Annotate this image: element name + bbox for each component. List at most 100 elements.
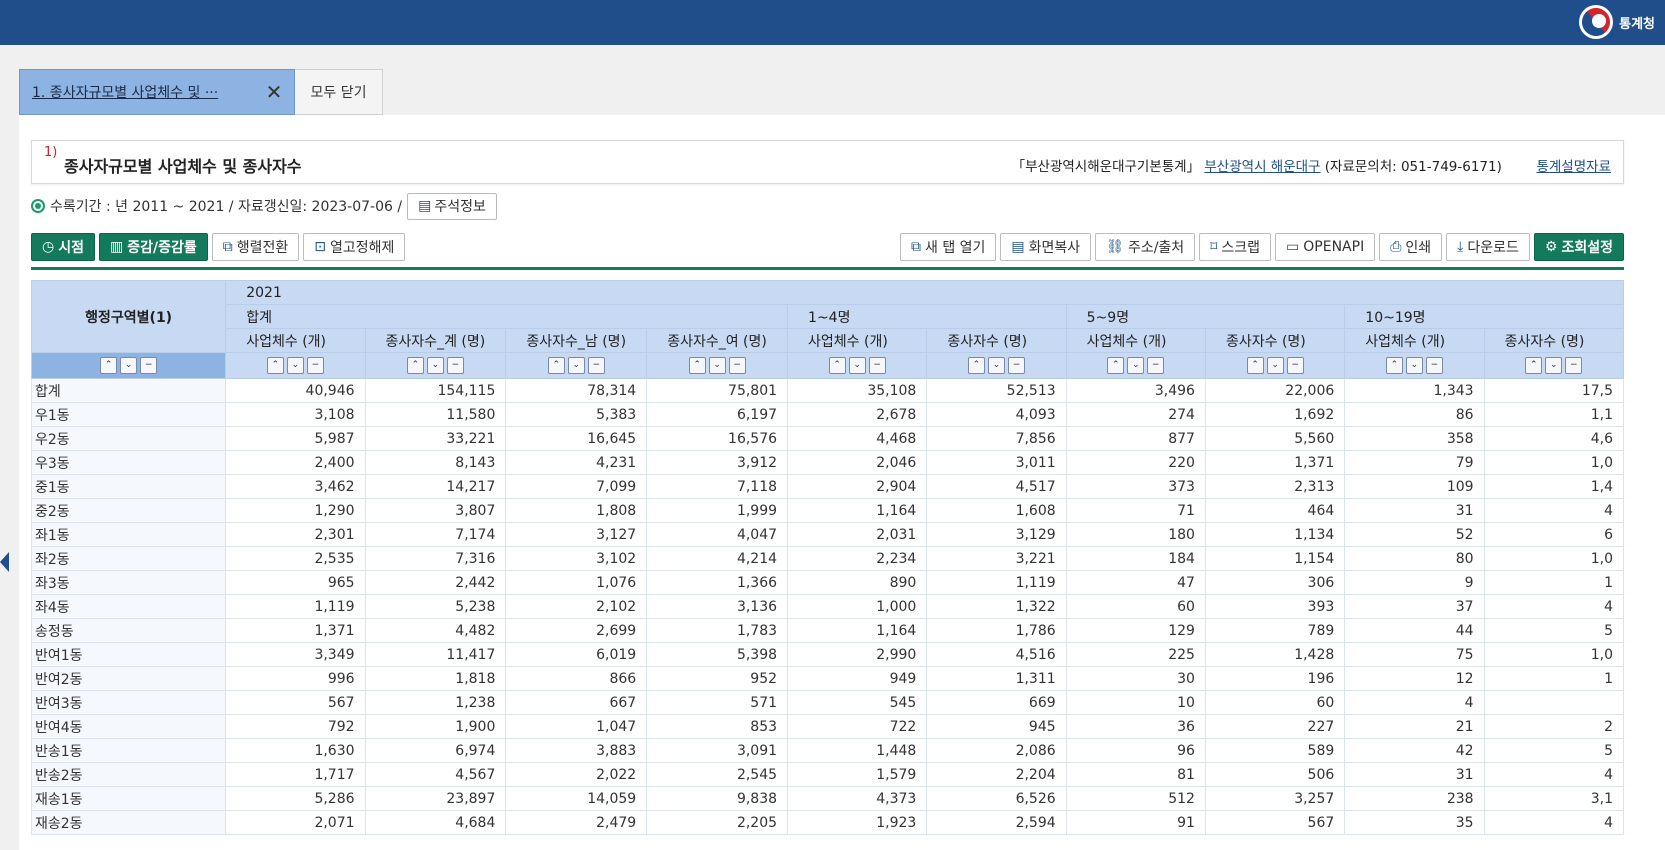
sort-descending-icon[interactable]: ⌄ (120, 357, 138, 374)
sort-ascending-icon[interactable]: ⌃ (828, 357, 846, 374)
table-cell[interactable]: 5 (1483, 738, 1624, 763)
data-table-container[interactable]: 행정구역별(1) 2021 합계 1~4명 5~9명 10~19명 사업체수 (개) 종… (31, 280, 1624, 850)
table-cell[interactable]: 11,580 (364, 402, 507, 427)
agency-link[interactable]: 부산광역시 해운대구 (1204, 159, 1320, 175)
row-label[interactable]: 우2동 (31, 426, 227, 451)
table-cell[interactable]: 1,579 (787, 762, 928, 787)
table-cell[interactable]: 3,257 (1204, 786, 1346, 811)
table-cell[interactable]: 220 (1065, 450, 1206, 475)
table-cell[interactable]: 512 (1065, 786, 1206, 811)
table-cell[interactable]: 945 (926, 714, 1067, 739)
table-cell[interactable]: 5,987 (225, 426, 366, 451)
row-label[interactable]: 좌1동 (31, 522, 227, 547)
table-cell[interactable]: 1,818 (364, 666, 507, 691)
table-cell[interactable]: 30 (1065, 666, 1206, 691)
table-cell[interactable]: 996 (225, 666, 366, 691)
table-cell[interactable]: 5,238 (364, 594, 507, 619)
row-label[interactable]: 합계 (31, 378, 227, 403)
table-cell[interactable]: 4,373 (787, 786, 928, 811)
table-cell[interactable]: 866 (505, 666, 648, 691)
table-cell[interactable]: 1,630 (225, 738, 366, 763)
table-cell[interactable]: 545 (787, 690, 928, 715)
sort-descending-icon[interactable]: ⌄ (1545, 357, 1563, 374)
table-cell[interactable]: 3,129 (926, 522, 1067, 547)
table-cell[interactable]: 1,448 (787, 738, 928, 763)
table-cell[interactable]: 7,856 (926, 426, 1067, 451)
table-cell[interactable]: 2,046 (787, 450, 928, 475)
table-cell[interactable]: 3,091 (646, 738, 789, 763)
sort-ascending-icon[interactable]: ⌃ (406, 357, 424, 374)
table-cell[interactable]: 47 (1065, 570, 1206, 595)
collapse-icon[interactable]: − (728, 357, 746, 374)
collapse-icon[interactable]: − (1147, 357, 1165, 374)
table-cell[interactable]: 7,316 (364, 546, 507, 571)
collapse-icon[interactable]: − (140, 357, 158, 374)
collapse-icon[interactable]: − (446, 357, 464, 374)
table-cell[interactable]: 1,808 (505, 498, 648, 523)
table-cell[interactable]: 1,717 (225, 762, 366, 787)
table-cell[interactable]: 965 (225, 570, 366, 595)
sort-descending-icon[interactable]: ⌄ (1266, 357, 1284, 374)
table-cell[interactable]: 1,428 (1204, 642, 1346, 667)
table-cell[interactable]: 7,099 (505, 474, 648, 499)
sort-ascending-icon[interactable]: ⌃ (547, 357, 565, 374)
table-cell[interactable]: 1,371 (1204, 450, 1346, 475)
table-cell[interactable]: 4,047 (646, 522, 789, 547)
table-cell[interactable]: 9,838 (646, 786, 789, 811)
row-label[interactable]: 우3동 (31, 450, 227, 475)
table-cell[interactable]: 3,011 (926, 450, 1067, 475)
table-cell[interactable]: 949 (787, 666, 928, 691)
table-cell[interactable]: 5,286 (225, 786, 366, 811)
toolbar-button-print[interactable]: ⎙ 인쇄 (1379, 233, 1443, 261)
table-cell[interactable]: 6,974 (364, 738, 507, 763)
table-cell[interactable]: 792 (225, 714, 366, 739)
table-cell[interactable]: 4,093 (926, 402, 1067, 427)
sort-ascending-icon[interactable]: ⌃ (1525, 357, 1543, 374)
table-cell[interactable]: 506 (1204, 762, 1346, 787)
tab-label[interactable]: 1. 종사자규모별 사업체수 및 ··· (32, 82, 254, 102)
row-label[interactable]: 재송2동 (31, 810, 227, 835)
table-cell[interactable]: 16,576 (646, 426, 789, 451)
table-cell[interactable]: 4 (1483, 498, 1624, 523)
table-cell[interactable]: 10 (1065, 690, 1206, 715)
table-cell[interactable]: 722 (787, 714, 928, 739)
table-cell[interactable]: 14,217 (364, 474, 507, 499)
table-cell[interactable]: 1,290 (225, 498, 366, 523)
row-label[interactable]: 좌4동 (31, 594, 227, 619)
table-cell[interactable]: 1,608 (926, 498, 1067, 523)
table-cell[interactable]: 4 (1344, 690, 1485, 715)
table-cell[interactable]: 23,897 (364, 786, 507, 811)
table-cell[interactable]: 42 (1344, 738, 1485, 763)
table-cell[interactable]: 2,678 (787, 402, 928, 427)
table-cell[interactable]: 3,1 (1483, 786, 1624, 811)
collapse-icon[interactable]: − (1008, 357, 1025, 374)
table-cell[interactable] (1483, 690, 1624, 715)
table-cell[interactable]: 1,119 (926, 570, 1067, 595)
table-cell[interactable]: 4,517 (926, 474, 1067, 499)
table-cell[interactable]: 1,0 (1483, 546, 1624, 571)
table-cell[interactable]: 180 (1065, 522, 1206, 547)
footnote-marker[interactable]: 1) (44, 145, 57, 160)
table-cell[interactable]: 1,343 (1344, 378, 1485, 403)
table-cell[interactable]: 2,204 (926, 762, 1067, 787)
table-cell[interactable]: 4,214 (646, 546, 789, 571)
sort-descending-icon[interactable]: ⌄ (286, 357, 304, 374)
table-cell[interactable]: 16,645 (505, 426, 648, 451)
table-cell[interactable]: 238 (1344, 786, 1485, 811)
table-cell[interactable]: 2,102 (505, 594, 648, 619)
note-info-button[interactable]: ▤ 주석정보 (407, 192, 497, 220)
table-cell[interactable]: 80 (1344, 546, 1485, 571)
table-cell[interactable]: 4,468 (787, 426, 928, 451)
table-cell[interactable]: 464 (1204, 498, 1346, 523)
table-cell[interactable]: 1,900 (364, 714, 507, 739)
toolbar-button-bookmark[interactable]: ⌑ 스크랩 (1199, 233, 1272, 261)
sort-ascending-icon[interactable]: ⌃ (1385, 357, 1403, 374)
table-cell[interactable]: 1,119 (225, 594, 366, 619)
table-cell[interactable]: 4,231 (505, 450, 648, 475)
table-cell[interactable]: 1,999 (646, 498, 789, 523)
row-label[interactable]: 재송1동 (31, 786, 227, 811)
row-label[interactable]: 반여3동 (31, 690, 227, 715)
row-label[interactable]: 반여4동 (31, 714, 227, 739)
table-cell[interactable]: 1,4 (1483, 474, 1624, 499)
table-cell[interactable]: 6,019 (505, 642, 648, 667)
